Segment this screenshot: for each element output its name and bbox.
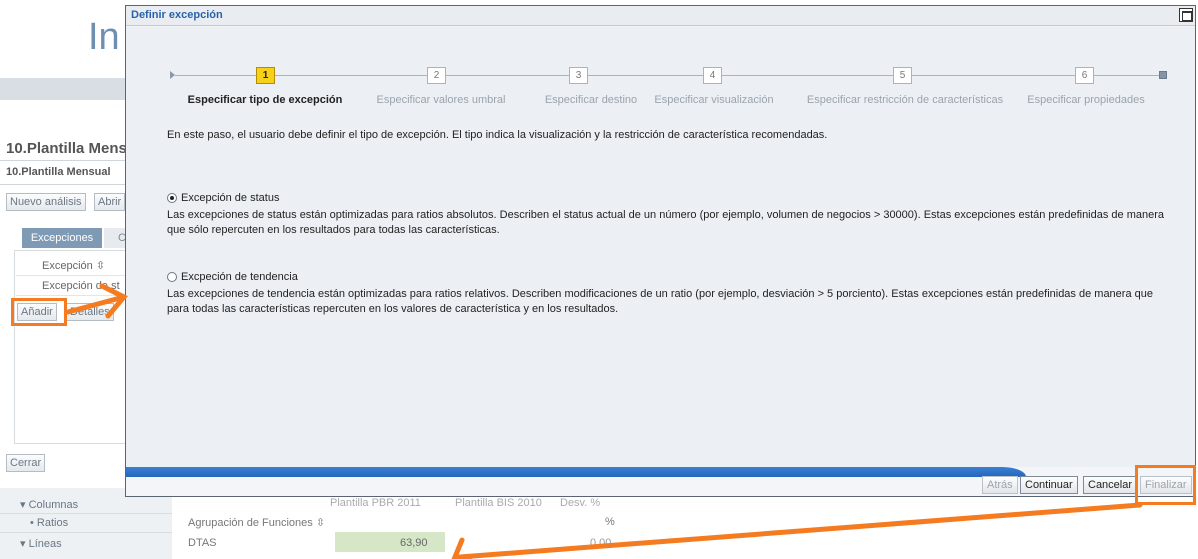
app-toolbar-band [0, 78, 130, 100]
grid-row-value: 63,90 [400, 537, 428, 549]
grid-col-header-1: Plantilla PBR 2011 [330, 497, 421, 509]
radio-label: Excepción de status [181, 192, 280, 204]
collapse-icon: ▾ [20, 538, 29, 550]
sort-icon: ⇳ [95, 260, 106, 272]
bullet-icon: • [30, 517, 37, 529]
roadmap-label-1[interactable]: Especificar tipo de excepción [188, 94, 343, 106]
roadmap-step-3[interactable]: 3 [569, 67, 588, 84]
grid-row-value-2: 0,00 [590, 537, 612, 549]
tree-item-columns[interactable]: ▾ Columnas [20, 498, 78, 511]
divider [0, 184, 130, 185]
roadmap-line [175, 75, 1159, 76]
progress-bar [126, 467, 1026, 477]
radio-checked-icon[interactable] [167, 193, 177, 203]
define-exception-dialog: Definir excepción 1 2 3 4 5 6 Especifica… [125, 5, 1196, 497]
tree-item-lines[interactable]: ▾ Líneas [20, 537, 62, 550]
arrow-to-finish-icon [451, 502, 1143, 559]
grid-group-header[interactable]: Agrupación de Funciones ⇳ [188, 516, 325, 529]
radio-status-exception[interactable]: Excepción de status [167, 192, 279, 204]
maximize-icon[interactable] [1179, 8, 1193, 22]
sort-icon: ⇳ [312, 517, 326, 529]
divider [0, 532, 172, 533]
radio-trend-exception[interactable]: Excpeción de tendencia [167, 271, 298, 283]
open-button[interactable]: Abrir [94, 193, 126, 211]
roadmap-step-2[interactable]: 2 [427, 67, 446, 84]
roadmap-label-4[interactable]: Especificar visualización [654, 94, 773, 106]
collapse-icon: ▾ [20, 499, 29, 511]
report-title: 10.Plantilla Mens [6, 140, 127, 157]
roadmap-label-5[interactable]: Especificar restricción de característic… [807, 94, 1003, 106]
column-header-label: Excepción [42, 260, 93, 272]
grid-row-label: DTAS [188, 537, 217, 549]
trend-exception-description: Las excepciones de tendencia están optim… [167, 288, 1153, 315]
tree-item-ratios[interactable]: • Ratios [30, 517, 68, 529]
continue-button[interactable]: Continuar [1020, 476, 1078, 494]
roadmap-end-icon [1159, 71, 1167, 79]
grid-col-header-3: Desv. % [560, 497, 601, 509]
roadmap-label-6[interactable]: Especificar propiedades [1027, 94, 1144, 106]
roadmap-label-3[interactable]: Especificar destino [545, 94, 637, 106]
dialog-header: Definir excepción [126, 6, 1195, 26]
grid-unit: % [605, 516, 615, 528]
divider [0, 513, 172, 514]
grid-col-header-2: Plantilla BIS 2010 [455, 497, 542, 509]
dialog-title: Definir excepción [131, 9, 223, 21]
roadmap-label-2[interactable]: Especificar valores umbral [377, 94, 506, 106]
roadmap-step-4[interactable]: 4 [703, 67, 722, 84]
new-analysis-button[interactable]: Nuevo análisis [6, 193, 86, 211]
step-instructions: En este paso, el usuario debe definir el… [167, 129, 828, 141]
radio-unchecked-icon[interactable] [167, 272, 177, 282]
highlight-add-button [11, 298, 67, 326]
dialog-body: 1 2 3 4 5 6 Especificar tipo de excepció… [126, 27, 1195, 467]
highlight-finish-button [1135, 465, 1196, 505]
grid-cell-highlight [335, 532, 445, 552]
cancel-button[interactable]: Cancelar [1083, 476, 1138, 494]
column-header-exception[interactable]: Excepción ⇳ [16, 256, 128, 276]
radio-label: Excpeción de tendencia [181, 271, 298, 283]
tab-exceptions[interactable]: Excepciones [22, 228, 102, 248]
details-button[interactable]: Detalles [66, 303, 114, 321]
back-button[interactable]: Atrás [982, 476, 1018, 494]
report-subtitle: 10.Plantilla Mensual [6, 166, 111, 178]
app-logo: In [88, 16, 120, 58]
roadmap-step-1[interactable]: 1 [256, 67, 275, 84]
list-item[interactable]: Excepción de st [16, 276, 128, 296]
status-exception-description: Las excepciones de status están optimiza… [167, 209, 1165, 236]
roadmap-step-6[interactable]: 6 [1075, 67, 1094, 84]
roadmap-step-5[interactable]: 5 [893, 67, 912, 84]
close-button[interactable]: Cerrar [6, 454, 46, 472]
divider [0, 160, 130, 161]
